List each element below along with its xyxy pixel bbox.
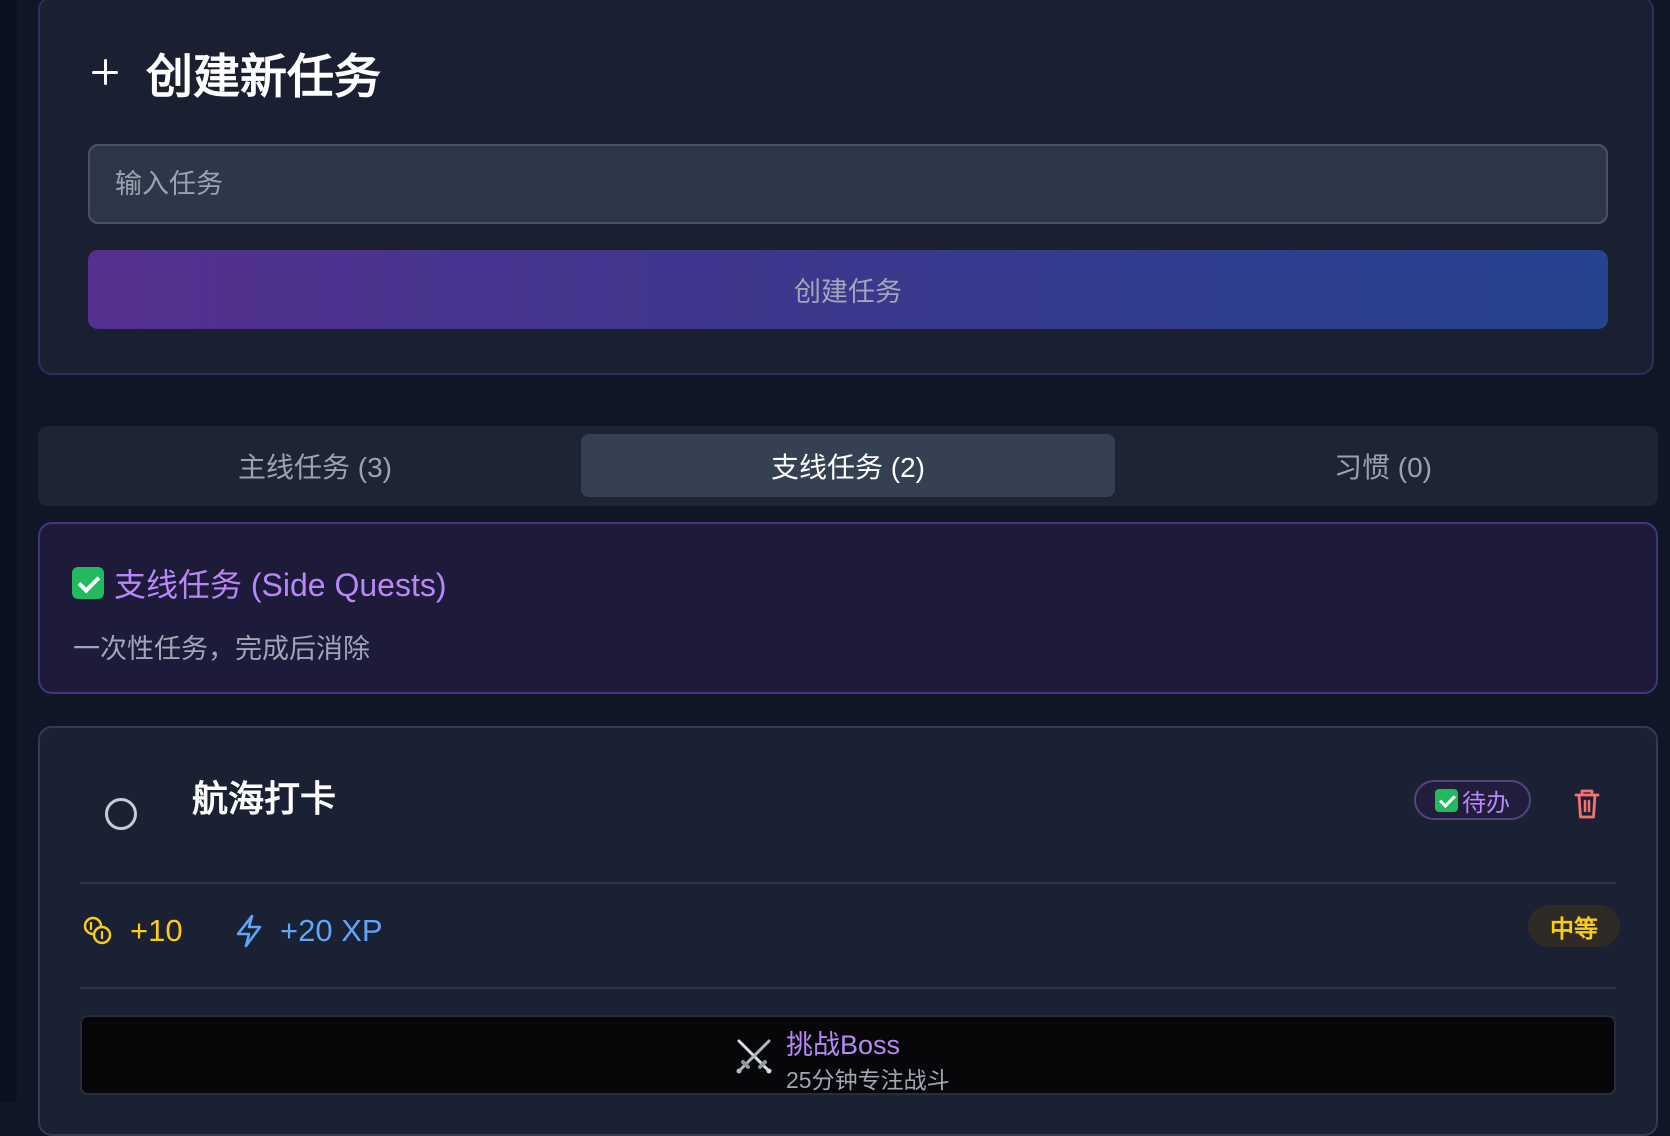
challenge-boss-button[interactable]: 挑战Boss 25分钟专注战斗 — [80, 1015, 1616, 1095]
check-mark-icon — [72, 567, 104, 599]
create-task-panel: 创建新任务 创建任务 — [38, 0, 1654, 375]
task-title: 航海打卡 — [192, 778, 337, 819]
side-quests-title: 支线任务 (Side Quests) — [114, 567, 447, 603]
status-badge: 待办 — [1414, 780, 1531, 820]
page-edge — [0, 0, 17, 1102]
coin-reward-value: +10 — [130, 913, 183, 948]
task-card-divider — [80, 882, 1616, 884]
delete-task-button[interactable] — [1567, 784, 1607, 824]
create-task-button[interactable]: 创建任务 — [88, 250, 1608, 329]
xp-reward-value: +20 XP — [280, 913, 383, 948]
create-task-title: 创建新任务 — [146, 49, 381, 103]
difficulty-badge: 中等 — [1528, 905, 1620, 947]
coins-icon — [83, 916, 112, 945]
coin-reward: +10 — [82, 910, 183, 952]
side-quests-title-row: 支线任务 (Side Quests) — [72, 562, 447, 604]
complete-task-checkbox[interactable] — [105, 798, 137, 830]
status-label: 待办 — [1462, 789, 1510, 817]
task-input[interactable] — [88, 144, 1608, 224]
side-quests-description: 一次性任务，完成后消除 — [73, 634, 370, 664]
tab-main-quests[interactable]: 主线任务 (3) — [48, 434, 582, 497]
trash-icon — [1574, 789, 1600, 819]
side-quests-info-card: 支线任务 (Side Quests) 一次性任务，完成后消除 — [38, 522, 1658, 694]
boss-button-subtitle: 25分钟专注战斗 — [786, 1067, 950, 1093]
task-card: 航海打卡 待办 +10 +20 XP 中等 挑战Boss 25分钟专注战斗 — [38, 726, 1658, 1136]
status-check-icon — [1435, 788, 1458, 812]
task-card-divider — [80, 987, 1616, 989]
tab-side-quests[interactable]: 支线任务 (2) — [581, 434, 1115, 497]
tab-habits[interactable]: 习惯 (0) — [1116, 434, 1650, 497]
plus-icon — [92, 59, 118, 85]
xp-reward: +20 XP — [234, 910, 383, 952]
crossed-swords-icon — [736, 1039, 772, 1074]
boss-button-title: 挑战Boss — [786, 1030, 901, 1060]
task-tabs: 主线任务 (3) 支线任务 (2) 习惯 (0) — [38, 426, 1658, 506]
create-task-heading: 创建新任务 — [92, 44, 381, 103]
lightning-icon — [236, 914, 262, 948]
